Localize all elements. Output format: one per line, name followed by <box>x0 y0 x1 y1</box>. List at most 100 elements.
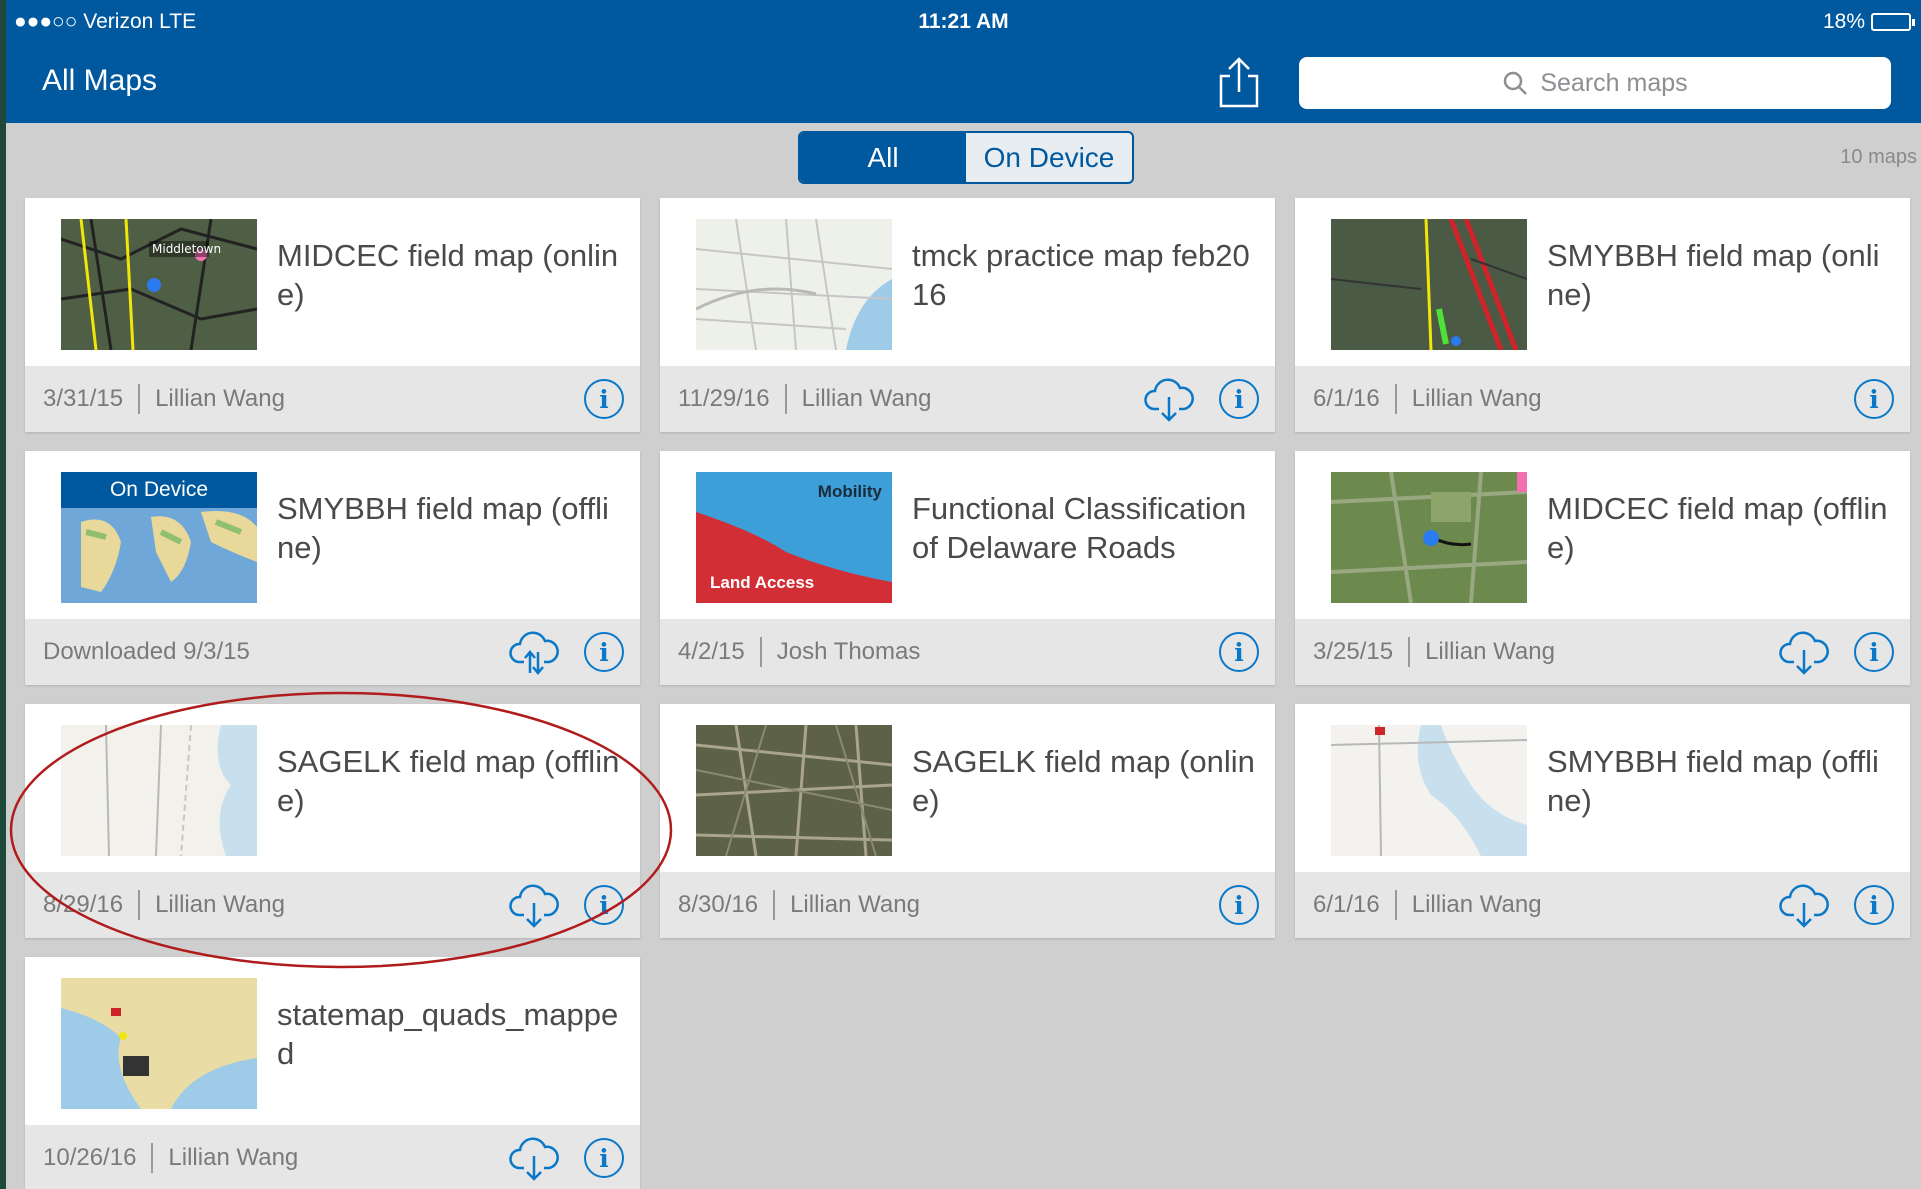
map-thumbnail <box>1331 219 1527 350</box>
cloud-download-icon <box>509 884 559 928</box>
map-thumbnail <box>61 725 257 856</box>
map-thumbnail <box>696 725 892 856</box>
map-title: SMYBBH field map (offline) <box>277 491 609 565</box>
filter-segmented-control: All On Device <box>798 131 1134 184</box>
map-date: 4/2/15 <box>678 638 745 665</box>
cloud-download-icon <box>1144 378 1194 422</box>
map-thumbnail: On Device <box>61 472 257 603</box>
footer-divider <box>1408 637 1411 667</box>
clock: 11:21 AM <box>918 10 1009 33</box>
cloud-download-icon <box>1779 631 1829 675</box>
download-button[interactable] <box>1143 375 1195 423</box>
map-author: Lillian Wang <box>1411 385 1542 412</box>
map-card[interactable]: On Device SMYBBH field map (offline) Dow… <box>25 451 640 685</box>
info-icon[interactable]: i <box>1219 632 1259 672</box>
map-date: 8/30/16 <box>678 891 759 918</box>
map-thumbnail <box>696 219 892 350</box>
thumb-label-mobility: Mobility <box>817 482 882 501</box>
map-author: Lillian Wang <box>155 891 285 918</box>
cloud-download-icon <box>1779 884 1829 928</box>
on-device-badge: On Device <box>61 472 257 508</box>
info-icon[interactable]: i <box>1219 379 1259 419</box>
map-card[interactable]: statemap_quads_mapped 10/26/16 Lillian W… <box>25 957 640 1189</box>
download-button[interactable] <box>508 1134 560 1182</box>
map-card[interactable]: MIDCEC field map (offline) 3/25/15 Lilli… <box>1295 451 1910 685</box>
map-count: 10 maps <box>1840 146 1917 168</box>
map-thumbnail: Mobility Land Access <box>696 472 892 603</box>
info-icon[interactable]: i <box>584 1138 624 1178</box>
footer-divider <box>138 384 141 414</box>
share-button[interactable] <box>1214 56 1264 110</box>
map-author: Lillian Wang <box>155 385 285 412</box>
footer-divider <box>773 890 776 920</box>
page-title: All Maps <box>42 64 158 97</box>
map-author: Lillian Wang <box>1425 638 1555 665</box>
footer-divider <box>759 637 762 667</box>
map-card[interactable]: SAGELK field map (online) 8/30/16 Lillia… <box>660 704 1275 938</box>
map-date: 11/29/16 <box>678 385 770 412</box>
search-placeholder: Search maps <box>1540 68 1688 97</box>
map-date: 10/26/16 <box>43 1144 137 1171</box>
search-input[interactable]: Search maps <box>1299 57 1891 109</box>
downloaded-label: Downloaded 9/3/15 <box>43 638 250 665</box>
info-icon[interactable]: i <box>1854 379 1894 419</box>
thumb-label-land-access: Land Access <box>710 573 815 592</box>
map-card[interactable]: Middletown MIDCEC field map (online) 3/3… <box>25 198 640 432</box>
info-icon[interactable]: i <box>584 379 624 419</box>
segment-all[interactable]: All <box>800 133 966 182</box>
battery-icon <box>1871 13 1915 31</box>
map-title: SMYBBH field map (offline) <box>1547 744 1879 818</box>
map-thumbnail <box>61 978 257 1109</box>
svg-text:Middletown: Middletown <box>152 242 221 256</box>
footer-divider <box>784 384 787 414</box>
map-footer: 4/2/15 Josh Thomas <box>660 619 1275 685</box>
map-card[interactable]: SMYBBH field map (offline) 6/1/16 Lillia… <box>1295 704 1910 938</box>
map-footer: 8/30/16 Lillian Wang <box>660 872 1275 938</box>
map-date: 3/25/15 <box>1313 638 1394 665</box>
map-title: SMYBBH field map (online) <box>1547 238 1880 312</box>
map-footer: 3/31/15 Lillian Wang <box>25 366 640 432</box>
map-title: SAGELK field map (offline) <box>277 744 620 818</box>
map-card[interactable]: SAGELK field map (offline) 8/29/16 Lilli… <box>25 704 640 938</box>
cloud-download-icon <box>509 1137 559 1181</box>
battery-status: 18% <box>1823 10 1915 34</box>
map-title: MIDCEC field map (offline) <box>1547 491 1888 565</box>
sync-button[interactable] <box>508 628 560 676</box>
map-author: Lillian Wang <box>790 891 920 918</box>
download-button[interactable] <box>1778 628 1830 676</box>
download-button[interactable] <box>1778 881 1830 929</box>
map-author: Josh Thomas <box>776 638 921 665</box>
map-thumbnail <box>1331 472 1527 603</box>
info-icon[interactable]: i <box>584 885 624 925</box>
info-icon[interactable]: i <box>1854 632 1894 672</box>
map-card[interactable]: Mobility Land Access Functional Classifi… <box>660 451 1275 685</box>
map-card[interactable]: SMYBBH field map (online) 6/1/16 Lillian… <box>1295 198 1910 432</box>
footer-divider <box>151 1143 154 1173</box>
search-icon <box>1504 71 1528 95</box>
top-bar: ●●●○○ Verizon LTE 11:21 AM 18% All Maps … <box>6 0 1921 123</box>
download-button[interactable] <box>508 881 560 929</box>
footer-divider <box>138 890 141 920</box>
map-author: Lillian Wang <box>168 1144 299 1171</box>
segment-on-device[interactable]: On Device <box>966 133 1132 182</box>
map-thumbnail <box>1331 725 1527 856</box>
footer-divider <box>1394 890 1397 920</box>
map-footer: 6/1/16 Lillian Wang <box>1295 366 1910 432</box>
map-author: Lillian Wang <box>801 385 932 412</box>
map-card[interactable]: tmck practice map feb2016 11/29/16 Lilli… <box>660 198 1275 432</box>
map-title: Functional Classification of Delaware Ro… <box>912 491 1247 565</box>
map-title: statemap_quads_mapped <box>277 997 619 1071</box>
info-icon[interactable]: i <box>584 632 624 672</box>
map-title: tmck practice map feb2016 <box>912 238 1250 312</box>
map-title: MIDCEC field map (online) <box>277 238 619 312</box>
map-title: SAGELK field map (online) <box>912 744 1255 818</box>
info-icon[interactable]: i <box>1219 885 1259 925</box>
map-date: 6/1/16 <box>1313 891 1380 918</box>
share-icon <box>1219 57 1259 108</box>
info-icon[interactable]: i <box>1854 885 1894 925</box>
map-date: 3/31/15 <box>43 385 124 412</box>
map-date: 6/1/16 <box>1313 385 1380 412</box>
map-author: Lillian Wang <box>1411 891 1542 918</box>
map-thumbnail: Middletown <box>61 219 257 350</box>
cloud-sync-icon <box>509 631 559 675</box>
